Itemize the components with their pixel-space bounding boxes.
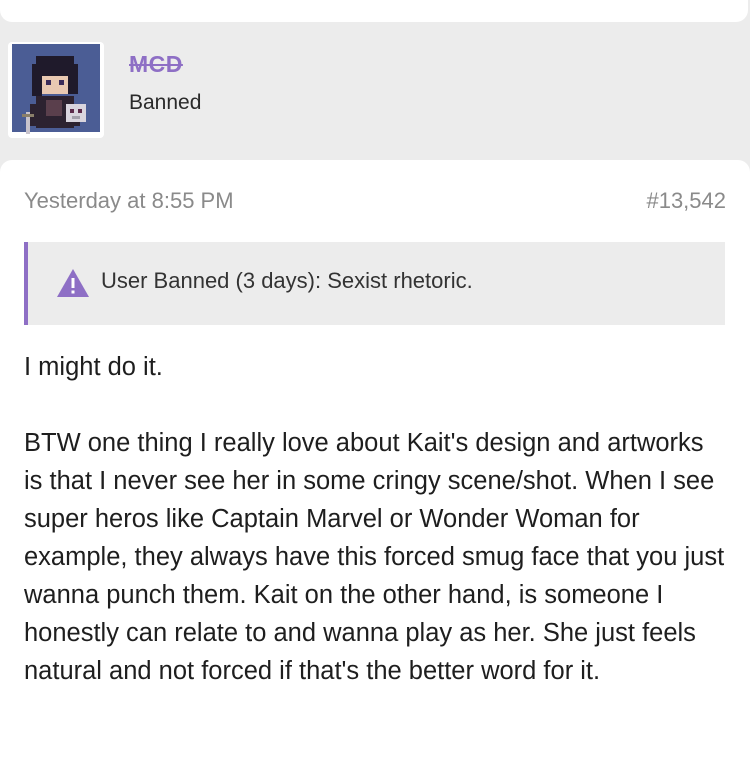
post-paragraph: BTW one thing I really love about Kait's… [24, 429, 725, 685]
post-meta: Yesterday at 8:55 PM #13,542 [24, 188, 726, 218]
username[interactable]: MCD [129, 51, 183, 78]
post-card: Yesterday at 8:55 PM #13,542 User Banned… [0, 160, 750, 760]
post-date-link[interactable]: Yesterday at 8:55 PM [24, 188, 234, 214]
warning-triangle-icon [57, 269, 89, 297]
ban-notice: User Banned (3 days): Sexist rhetoric. [24, 242, 725, 325]
post-body: I might do it. BTW one thing I really lo… [24, 348, 729, 690]
post-user-header: MCD Banned [0, 22, 750, 160]
previous-post-card-edge [0, 0, 748, 22]
pixel-character-avatar-icon [12, 44, 100, 134]
user-avatar[interactable] [8, 42, 104, 138]
post-paragraph: I might do it. [24, 353, 163, 381]
post-number-link[interactable]: #13,542 [646, 188, 726, 214]
ban-notice-text: User Banned (3 days): Sexist rhetoric. [101, 268, 473, 293]
user-title: Banned [129, 91, 202, 114]
